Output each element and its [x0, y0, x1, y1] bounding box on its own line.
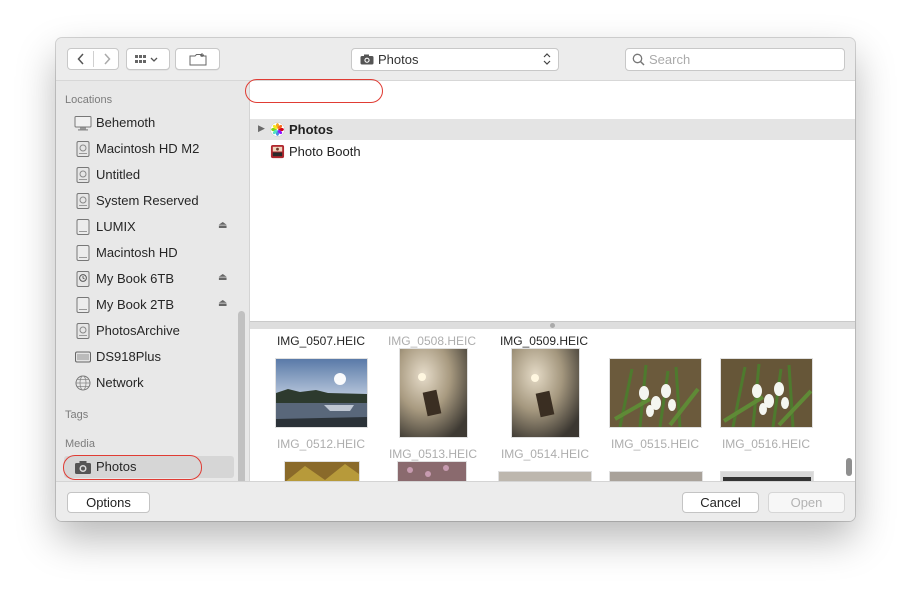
sidebar-item-my-book-2tb[interactable]: My Book 2TB ⏏	[74, 294, 239, 316]
options-button[interactable]: Options	[67, 492, 150, 513]
time-machine-disk-icon	[76, 271, 90, 287]
network-globe-icon	[75, 375, 91, 391]
open-button[interactable]: Open	[768, 492, 845, 513]
eject-icon[interactable]: ⏏	[218, 220, 227, 231]
search-placeholder: Search	[649, 52, 691, 67]
location-popup[interactable]: Photos	[351, 48, 559, 71]
location-popup-label: Photos	[378, 52, 419, 67]
list-row-label: Photo Booth	[289, 144, 361, 159]
thumbnail-partial[interactable]	[398, 462, 466, 481]
sidebar-item-macintosh-hd[interactable]: Macintosh HD	[74, 242, 239, 264]
sidebar-section-locations: Locations	[65, 94, 113, 106]
cancel-button[interactable]: Cancel	[682, 492, 759, 513]
sidebar-item-system-reserved[interactable]: System Reserved	[74, 190, 239, 212]
computer-icon	[74, 116, 92, 131]
toolbar: Photos Search	[56, 38, 855, 81]
list-row-photo-booth[interactable]: Photo Booth	[250, 141, 855, 162]
chevron-left-icon	[76, 53, 84, 65]
new-folder-icon	[189, 52, 206, 65]
search-icon	[632, 53, 645, 66]
sidebar-item-network[interactable]: Network	[74, 372, 239, 394]
external-disk-icon	[76, 297, 90, 313]
sidebar-item-untitled[interactable]: Untitled	[74, 164, 239, 186]
camera-icon	[360, 54, 374, 65]
sidebar-section-media: Media	[65, 438, 95, 450]
thumbnail-img-0512[interactable]	[276, 359, 367, 427]
sidebar-item-label: Network	[96, 375, 144, 390]
search-field[interactable]: Search	[625, 48, 845, 71]
thumbnail-label: IMG_0508.HEIC	[387, 334, 477, 348]
internal-disk-icon	[76, 323, 90, 339]
external-disk-icon	[76, 219, 90, 235]
internal-disk-icon	[76, 167, 90, 183]
sidebar-item-label: LUMIX	[96, 219, 136, 234]
sidebar: Locations Behemoth Macintosh HD M2 Untit…	[56, 81, 249, 481]
thumbnail-label: IMG_0515.HEIC	[610, 437, 700, 451]
photo-gallery: IMG_0507.HEIC IMG_0508.HEIC IMG_0509.HEI…	[250, 329, 855, 481]
thumbnail-label: IMG_0509.HEIC	[499, 334, 589, 348]
sidebar-section-tags: Tags	[65, 409, 89, 421]
sidebar-item-label: PhotosArchive	[96, 323, 180, 338]
open-file-dialog: Photos Search Locations Behemoth Macinto…	[56, 38, 855, 521]
browser-list: ▶ Photos Photo Booth	[250, 81, 855, 321]
view-mode-button[interactable]	[126, 48, 170, 70]
sidebar-item-label: System Reserved	[96, 193, 199, 208]
thumbnail-img-0515[interactable]	[610, 359, 701, 427]
splitter-handle-icon[interactable]	[550, 323, 555, 328]
thumbnail-label: IMG_0514.HEIC	[500, 447, 590, 461]
nas-server-icon	[75, 351, 91, 363]
chevron-right-icon	[103, 53, 111, 65]
list-row-label: Photos	[289, 122, 334, 137]
sidebar-item-label: Photos	[96, 459, 137, 474]
thumbnail-label: IMG_0513.HEIC	[388, 447, 478, 461]
icon-grid-view-icon	[135, 55, 158, 63]
sidebar-item-ds918plus[interactable]: DS918Plus	[74, 346, 239, 368]
sidebar-item-label: Macintosh HD	[96, 245, 178, 260]
eject-icon[interactable]: ⏏	[218, 298, 227, 309]
internal-disk-icon	[76, 193, 90, 209]
thumbnail-img-0516[interactable]	[721, 359, 812, 427]
sidebar-item-my-book-6tb[interactable]: My Book 6TB ⏏	[74, 268, 239, 290]
sidebar-item-photosarchive[interactable]: PhotosArchive	[74, 320, 239, 342]
internal-disk-icon	[76, 141, 90, 157]
new-folder-button[interactable]	[175, 48, 220, 70]
sidebar-item-label: Macintosh HD M2	[96, 141, 200, 156]
thumbnail-partial[interactable]	[499, 472, 591, 481]
thumbnail-partial[interactable]	[721, 472, 813, 481]
thumbnail-label: IMG_0512.HEIC	[276, 437, 366, 451]
external-disk-icon	[76, 245, 90, 261]
sidebar-item-lumix[interactable]: LUMIX ⏏	[74, 216, 239, 238]
thumbnail-label: IMG_0516.HEIC	[721, 437, 811, 451]
back-button[interactable]	[68, 49, 93, 69]
popup-stepper-icon	[543, 52, 551, 67]
sidebar-scrollbar[interactable]	[238, 311, 245, 481]
photo-booth-icon	[270, 144, 285, 159]
navigation-buttons	[67, 48, 119, 70]
thumbnail-img-0513[interactable]	[400, 349, 467, 437]
list-row-photos[interactable]: ▶ Photos	[250, 119, 855, 140]
sidebar-item-label: Behemoth	[96, 115, 156, 130]
photos-app-icon	[270, 122, 285, 137]
sidebar-item-label: Untitled	[96, 167, 141, 182]
bottom-bar: Options Cancel Open	[56, 481, 855, 521]
thumbnail-label: IMG_0507.HEIC	[276, 334, 366, 348]
gallery-scrollbar[interactable]	[846, 458, 852, 476]
thumbnail-partial[interactable]	[285, 462, 359, 481]
camera-icon	[75, 461, 91, 474]
sidebar-item-behemoth[interactable]: Behemoth	[74, 112, 239, 134]
disclosure-triangle-icon[interactable]: ▶	[258, 123, 265, 134]
thumbnail-partial[interactable]	[610, 472, 702, 481]
sidebar-item-label: My Book 6TB	[96, 271, 175, 286]
sidebar-item-macintosh-hd-m2[interactable]: Macintosh HD M2	[74, 138, 239, 160]
forward-button[interactable]	[94, 49, 119, 69]
sidebar-item-photos[interactable]: Photos	[64, 456, 234, 478]
sidebar-item-label: DS918Plus	[96, 349, 162, 364]
eject-icon[interactable]: ⏏	[218, 272, 227, 283]
thumbnail-img-0514[interactable]	[512, 349, 579, 437]
sidebar-item-label: My Book 2TB	[96, 297, 175, 312]
